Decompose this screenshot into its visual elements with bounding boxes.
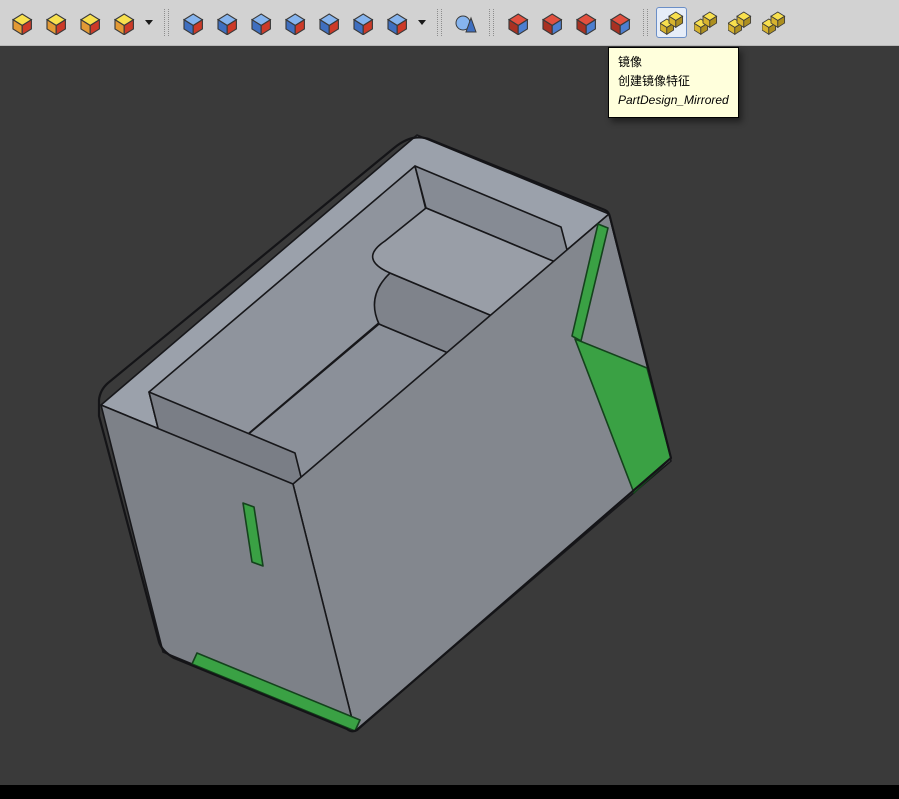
partdesign-thickness-button[interactable]: [604, 7, 635, 38]
additive-primitive-icon: [454, 11, 478, 35]
toolbar-separator: [643, 9, 648, 36]
partdesign-hole-button[interactable]: [211, 7, 242, 38]
partdesign-pocket-button[interactable]: [177, 7, 208, 38]
partdesign-linear-pattern-button[interactable]: [690, 7, 721, 38]
transform-tools-group: [656, 7, 789, 38]
polar-pattern-icon: [728, 11, 752, 35]
partdesign-fillet-button[interactable]: [502, 7, 533, 38]
additive-pipe-icon: [112, 11, 136, 35]
partdesign-groove-button[interactable]: [245, 7, 276, 38]
partdesign-subtractive-pipe-button[interactable]: [313, 7, 344, 38]
partdesign-polar-pattern-button[interactable]: [724, 7, 755, 38]
multitransform-icon: [762, 11, 786, 35]
tooltip: 镜像 创建镜像特征 PartDesign_Mirrored: [608, 47, 739, 118]
tooltip-description: 创建镜像特征: [618, 72, 729, 91]
chevron-down-icon: [145, 20, 153, 25]
tooltip-title: 镜像: [618, 53, 729, 72]
additive-tools-group: [6, 7, 156, 38]
draft-icon: [574, 11, 598, 35]
subtractive-pipe-icon: [317, 11, 341, 35]
partdesign-subtractive-loft-button[interactable]: [279, 7, 310, 38]
subtractive-loft-icon: [283, 11, 307, 35]
partdesign-additive-pipe-button[interactable]: [108, 7, 139, 38]
partdesign-boolean-button[interactable]: [381, 7, 412, 38]
partdesign-additive-loft-button[interactable]: [74, 7, 105, 38]
toolbar-separator: [164, 9, 169, 36]
chamfer-icon: [540, 11, 564, 35]
toolbar-separator: [437, 9, 442, 36]
revolution-icon: [44, 11, 68, 35]
mirrored-icon: [660, 11, 684, 35]
partdesign-draft-button[interactable]: [570, 7, 601, 38]
hole-icon: [215, 11, 239, 35]
partdesign-chamfer-button[interactable]: [536, 7, 567, 38]
partdesign-subtractive-helix-button[interactable]: [347, 7, 378, 38]
partdesign-mirrored-button[interactable]: [656, 7, 687, 38]
primitive-tools-group: [450, 7, 481, 38]
subtractive-tools-group: [177, 7, 429, 38]
boolean-icon: [385, 11, 409, 35]
additive-tools-dropdown-button[interactable]: [142, 7, 156, 38]
toolbar-separator: [489, 9, 494, 36]
tooltip-command: PartDesign_Mirrored: [618, 91, 729, 110]
subtractive-helix-icon: [351, 11, 375, 35]
partdesign-toolbar: [0, 0, 899, 46]
partdesign-multitransform-button[interactable]: [758, 7, 789, 38]
dressup-tools-group: [502, 7, 635, 38]
3d-viewport[interactable]: [0, 0, 899, 799]
subtractive-tools-dropdown-button[interactable]: [415, 7, 429, 38]
groove-icon: [249, 11, 273, 35]
linear-pattern-icon: [694, 11, 718, 35]
pad-icon: [10, 11, 34, 35]
thickness-icon: [608, 11, 632, 35]
chevron-down-icon: [418, 20, 426, 25]
pocket-icon: [181, 11, 205, 35]
bottom-bar: [0, 785, 899, 799]
partdesign-additive-primitive-button[interactable]: [450, 7, 481, 38]
additive-loft-icon: [78, 11, 102, 35]
partdesign-pad-button[interactable]: [6, 7, 37, 38]
partdesign-revolution-button[interactable]: [40, 7, 71, 38]
fillet-icon: [506, 11, 530, 35]
